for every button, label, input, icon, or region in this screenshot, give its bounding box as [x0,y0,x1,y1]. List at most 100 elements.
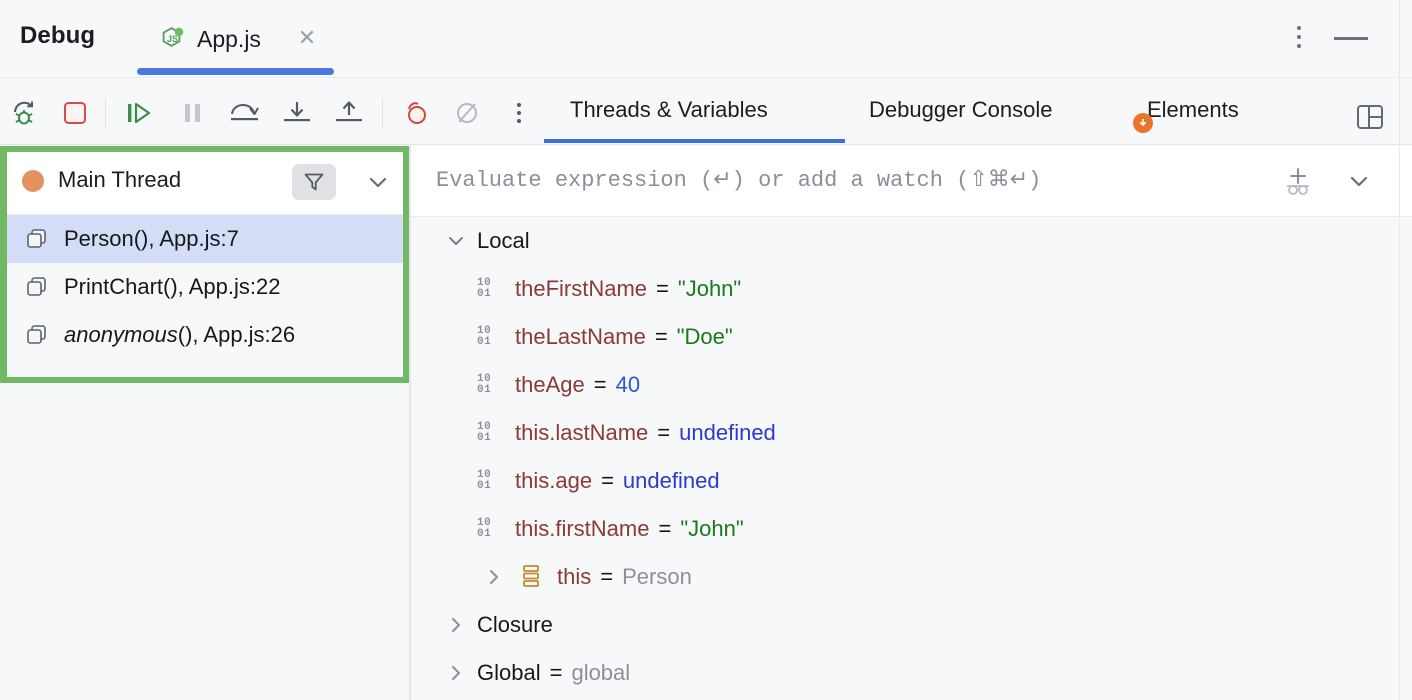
tab-debugger-console[interactable]: Debugger Console [869,97,1052,131]
toolbar-right-divider [1399,79,1400,145]
evaluate-expression-placeholder: Evaluate expression (↵) or add a watch (… [436,167,1041,193]
primitive-value-icon: 1001 [477,371,505,399]
equals-sign: = [600,564,613,590]
stack-frame-icon [24,274,50,300]
variable-name: this [557,564,591,590]
nodejs-js-file-icon: JS [159,26,185,52]
tab-elements[interactable]: Elements [1147,97,1239,131]
variable-name: Closure [477,612,553,638]
watch-chevron-down-icon[interactable] [1345,168,1373,194]
stack-frame-icon [24,322,50,348]
page-title: Debug [20,22,95,50]
toolbar-divider-1 [105,98,106,128]
frame-label-anonymous: anonymous [64,322,178,347]
equals-sign: = [657,420,670,446]
variable-row[interactable]: 1001 this.age = undefined [411,457,1412,505]
titlebar-right-divider [1399,0,1400,78]
chevron-right-icon[interactable] [445,614,467,636]
step-out-button[interactable] [330,94,368,132]
frame-label: anonymous(), App.js:26 [64,322,295,348]
frames-panel: Main Thread Person(), App.js:7 [0,146,409,700]
frames-list: Person(), App.js:7 PrintChart(), App.js:… [0,215,409,359]
variables-tree: Local 1001 theFirstName = "John" 1001 th… [411,217,1412,697]
resume-button[interactable] [121,94,159,132]
variable-row[interactable]: 1001 this.lastName = undefined [411,409,1412,457]
frame-row[interactable]: Person(), App.js:7 [0,215,409,263]
variable-name: this.lastName [515,420,648,446]
frame-label-suffix: (), App.js:26 [178,322,295,347]
step-over-button[interactable] [226,94,264,132]
variable-name: this.age [515,468,592,494]
thread-name-label: Main Thread [58,167,181,193]
evaluate-expression-bar[interactable]: Evaluate expression (↵) or add a watch (… [411,146,1412,217]
variable-row-global[interactable]: Global = global [411,649,1412,697]
chevron-right-icon[interactable] [483,566,505,588]
equals-sign: = [601,468,614,494]
equals-sign: = [655,324,668,350]
variable-value: undefined [679,420,776,446]
tab-threads-and-variables[interactable]: Threads & Variables [570,97,768,131]
primitive-value-icon: 1001 [477,467,505,495]
variables-panel: Evaluate expression (↵) or add a watch (… [411,146,1412,700]
object-value-icon [519,563,547,591]
add-watch-icon[interactable] [1279,164,1317,200]
update-download-badge-icon [1133,113,1153,133]
variable-row-closure[interactable]: Closure [411,601,1412,649]
variable-value: "Doe" [677,324,733,350]
chevron-right-icon[interactable] [445,662,467,684]
mute-breakpoints-button[interactable] [448,94,486,132]
split-layout-icon[interactable] [1355,102,1385,132]
variable-value: "John" [680,516,743,542]
variable-name: this.firstName [515,516,649,542]
primitive-value-icon: 1001 [477,419,505,447]
frame-row[interactable]: PrintChart(), App.js:22 [0,263,409,311]
thread-status-dot [22,170,44,192]
variable-name: theFirstName [515,276,647,302]
primitive-value-icon: 1001 [477,323,505,351]
file-tab-active-underline [137,68,334,75]
window-more-options-icon[interactable] [1290,26,1308,52]
variable-row-local[interactable]: Local [411,217,1412,265]
variable-row[interactable]: 1001 theLastName = "Doe" [411,313,1412,361]
frame-label: PrintChart(), App.js:22 [64,274,280,300]
chevron-down-icon[interactable] [445,230,467,252]
equals-sign: = [656,276,669,302]
primitive-value-icon: 1001 [477,515,505,543]
variable-value: undefined [623,468,720,494]
variable-row[interactable]: 1001 this.firstName = "John" [411,505,1412,553]
thread-chevron-down-icon[interactable] [364,170,392,194]
frame-label: Person(), App.js:7 [64,226,239,252]
thread-selector[interactable]: Main Thread [0,146,409,215]
primitive-value-icon: 1001 [477,275,505,303]
window-minimize-icon[interactable] [1334,37,1368,40]
svg-text:JS: JS [167,34,178,44]
view-breakpoints-button[interactable] [396,94,434,132]
variable-row[interactable]: 1001 theAge = 40 [411,361,1412,409]
file-tab-label: App.js [197,26,261,53]
stack-frame-icon [24,226,50,252]
step-into-button[interactable] [278,94,316,132]
variable-name: Local [477,228,530,254]
more-toolbar-options-button[interactable] [500,94,538,132]
frame-row[interactable]: anonymous(), App.js:26 [0,311,409,359]
title-bar: Debug JS App.js ✕ [0,0,1412,78]
filter-frames-button[interactable] [292,164,336,200]
stop-button[interactable] [56,94,94,132]
variables-right-divider [1399,146,1400,700]
file-tab-close-icon[interactable]: ✕ [296,28,318,50]
variable-value: 40 [616,372,640,398]
debug-tool-window: Debug JS App.js ✕ [0,0,1412,700]
rerun-debug-button[interactable] [6,94,44,132]
variable-row-this[interactable]: this = Person [411,553,1412,601]
variable-name: Global [477,660,541,686]
equals-sign: = [550,660,563,686]
variable-value: global [571,660,630,686]
equals-sign: = [594,372,607,398]
pause-button[interactable] [174,94,212,132]
variable-value: Person [622,564,692,590]
variable-row[interactable]: 1001 theFirstName = "John" [411,265,1412,313]
tab-threads-and-variables-underline [544,139,845,143]
variable-name: theLastName [515,324,646,350]
toolbar-divider-2 [382,98,383,128]
variable-value: "John" [678,276,741,302]
